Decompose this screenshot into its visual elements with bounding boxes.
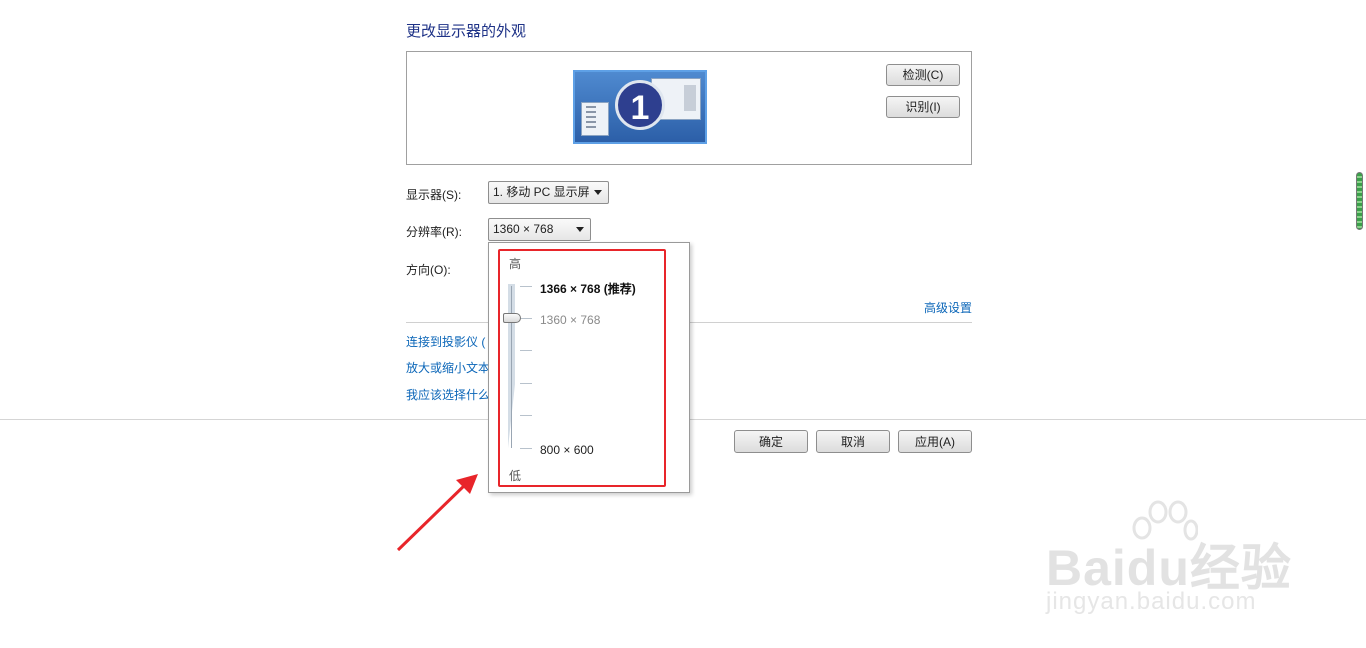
apply-button[interactable]: 应用(A) xyxy=(898,430,972,453)
help-choose-link[interactable]: 我应该选择什么 xyxy=(406,386,490,403)
annotation-highlight-box xyxy=(498,249,666,487)
chevron-down-icon xyxy=(576,227,584,232)
scrollbar-thumb[interactable] xyxy=(1356,172,1363,230)
resolution-label: 分辨率(R): xyxy=(406,225,462,239)
advanced-settings-link[interactable]: 高级设置 xyxy=(924,299,972,316)
text-size-link[interactable]: 放大或缩小文本 xyxy=(406,359,490,376)
resolution-select[interactable]: 1360 × 768 xyxy=(488,218,591,241)
page-title: 更改显示器的外观 xyxy=(406,23,527,40)
ok-button[interactable]: 确定 xyxy=(734,430,808,453)
annotation-arrow-icon xyxy=(396,474,478,552)
detect-button[interactable]: 检测(C) xyxy=(886,64,960,86)
window-thumbnail xyxy=(581,102,609,136)
monitor-1-thumbnail[interactable]: 1 xyxy=(573,70,707,144)
display-select-value: 1. 移动 PC 显示屏 xyxy=(493,185,590,199)
identify-button[interactable]: 识别(I) xyxy=(886,96,960,118)
display-select[interactable]: 1. 移动 PC 显示屏 xyxy=(488,181,609,204)
chevron-down-icon xyxy=(594,190,602,195)
watermark-url: jingyan.baidu.com xyxy=(1046,588,1257,615)
cancel-button[interactable]: 取消 xyxy=(816,430,890,453)
resolution-select-value: 1360 × 768 xyxy=(493,222,554,236)
orientation-label: 方向(O): xyxy=(406,263,451,277)
display-label: 显示器(S): xyxy=(406,188,462,202)
connect-projector-link[interactable]: 连接到投影仪 ( xyxy=(406,333,485,350)
monitor-number-badge: 1 xyxy=(615,80,665,130)
